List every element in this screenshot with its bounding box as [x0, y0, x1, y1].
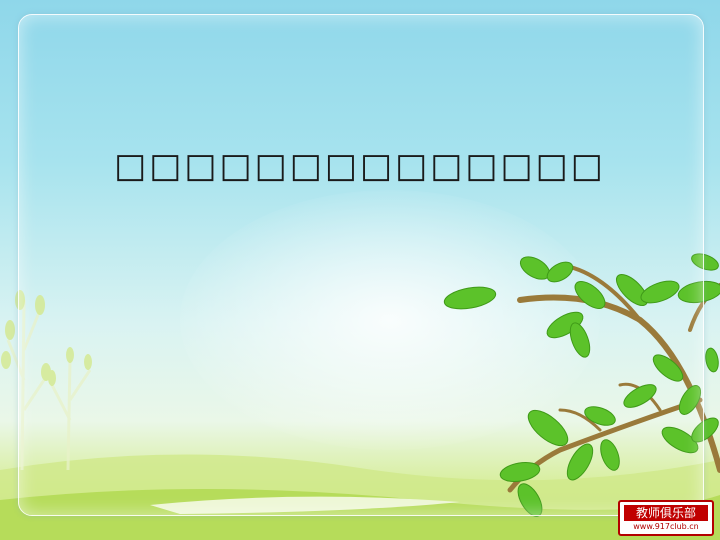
- slide-title: □□□□□□□□□□□□□□: [114, 146, 606, 186]
- logo-url: www.917club.cn: [633, 522, 699, 531]
- slide-background: □□□□□□□□□□□□□□ 教师俱乐部 www.917club.cn: [0, 0, 720, 540]
- content-frame: [18, 14, 704, 516]
- club-logo: 教师俱乐部 www.917club.cn: [618, 500, 714, 536]
- logo-name: 教师俱乐部: [624, 505, 708, 521]
